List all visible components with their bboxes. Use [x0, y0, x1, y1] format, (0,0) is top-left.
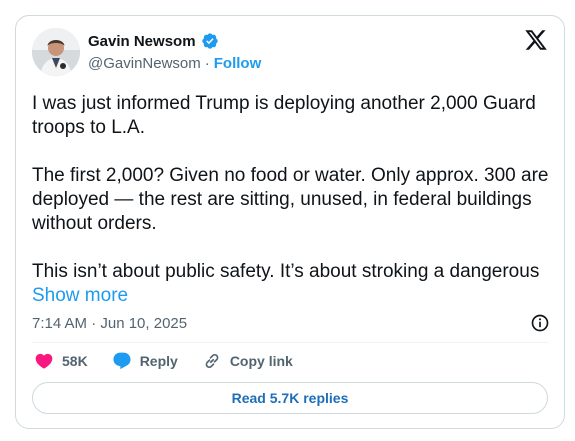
heart-icon — [35, 353, 53, 369]
reply-label: Reply — [139, 353, 178, 369]
x-logo-icon[interactable] — [524, 28, 548, 52]
author-name[interactable]: Gavin Newsom — [88, 33, 196, 50]
reply-button[interactable]: Reply — [112, 351, 178, 371]
divider — [32, 342, 548, 343]
avatar-image — [32, 28, 80, 76]
action-bar: 58K Reply Copy link — [34, 351, 293, 371]
link-icon — [205, 353, 219, 369]
handle-separator: · — [204, 55, 210, 72]
tweet-meta-row: 7:14 AM · Jun 10, 2025 — [32, 313, 550, 333]
speech-bubble-icon — [113, 352, 131, 370]
show-more-link[interactable]: Show more — [32, 285, 128, 306]
follow-button[interactable]: Follow — [214, 55, 262, 72]
avatar[interactable] — [32, 28, 80, 76]
verified-badge-icon — [201, 33, 218, 49]
author-handle-row: @GavinNewsom · Follow — [88, 55, 261, 72]
tweet-card[interactable]: Gavin Newsom @GavinNewsom · Follow I was… — [15, 15, 565, 429]
read-replies-button[interactable]: Read 5.7K replies — [32, 382, 548, 414]
read-replies-label: Read 5.7K replies — [231, 390, 349, 406]
author-name-row[interactable]: Gavin Newsom — [88, 32, 219, 50]
info-icon[interactable] — [530, 313, 550, 333]
copy-link-label: Copy link — [229, 353, 293, 369]
tweet-paragraph-3-text: This isn’t about public safety. It’s abo… — [32, 261, 540, 282]
copy-link-button[interactable]: Copy link — [202, 351, 293, 371]
tweet-paragraph-2: The first 2,000? Given no food or water.… — [32, 165, 549, 234]
like-button[interactable]: 58K — [34, 351, 88, 371]
tweet-timestamp[interactable]: 7:14 AM · Jun 10, 2025 — [32, 315, 187, 332]
author-handle[interactable]: @GavinNewsom — [88, 55, 201, 72]
tweet-paragraph-3: This isn’t about public safety. It’s abo… — [32, 260, 552, 308]
tweet-text: I was just informed Trump is deploying a… — [32, 92, 552, 308]
tweet-paragraph-1: I was just informed Trump is deploying a… — [32, 93, 536, 138]
like-count: 58K — [62, 353, 88, 369]
